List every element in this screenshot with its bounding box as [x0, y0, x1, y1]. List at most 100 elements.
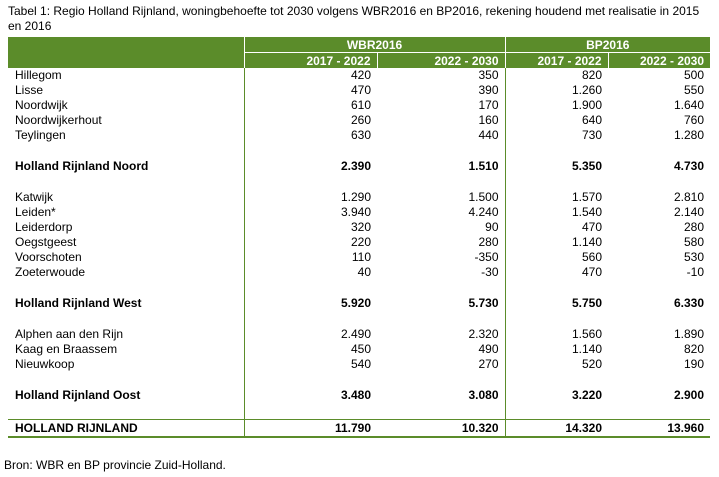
row-value: 160 [478, 113, 499, 127]
row-value: 540 [243, 357, 377, 372]
subtotal-row: Holland Rijnland Noord 2.390 1.510 5.350 4.7… [8, 159, 710, 174]
row-label: HOLLAND RIJNLAND [8, 419, 244, 438]
spacer-cell [504, 280, 609, 296]
row-value: 820 [504, 68, 609, 83]
row-value: 1.510 [468, 159, 499, 173]
row-value: -10 [686, 265, 705, 279]
row-value: 490 [478, 342, 499, 356]
row-value: 260 [243, 113, 377, 128]
spacer-cell [8, 403, 244, 420]
spacer-cell [608, 143, 710, 159]
row-label: Hillegom [15, 68, 62, 82]
spacer-cell [504, 143, 609, 159]
row-value: 280 [478, 235, 499, 249]
row-value: 90 [485, 220, 499, 234]
row-label: Leiderdorp [15, 220, 73, 234]
table-row: Zoeterwoude 40 -30 470 -10 [8, 265, 710, 280]
header-period: 2022 - 2030 [376, 52, 506, 68]
table-row: Noordwijkerhout 260 160 640 760 [8, 113, 710, 128]
header-group-wbr: WBR2016 [243, 37, 506, 53]
row-value: -30 [481, 265, 499, 279]
row-value: 630 [243, 128, 377, 143]
row-value: 1.290 [243, 190, 377, 205]
row-value: 320 [243, 220, 377, 235]
row-value: 2.320 [468, 327, 499, 341]
row-value: 760 [683, 113, 705, 127]
row-value: 640 [504, 113, 609, 128]
grand-total-row: HOLLAND RIJNLAND 11.790 10.320 14.320 13.960 [8, 419, 711, 438]
table-row: Nieuwkoop 540 270 520 190 [8, 357, 710, 372]
spacer-cell [377, 311, 505, 327]
row-value: 560 [504, 250, 609, 265]
row-value: 580 [683, 235, 705, 249]
row-value: 2.390 [243, 159, 377, 174]
spacer-cell [377, 280, 505, 296]
row-value: 4.240 [468, 205, 499, 219]
row-value: 190 [683, 357, 705, 371]
header-group-bp: BP2016 [504, 37, 711, 53]
spacer-cell [608, 372, 710, 388]
spacer-cell [8, 372, 244, 388]
row-value: 390 [478, 83, 499, 97]
spacer-cell [8, 143, 244, 159]
table-row: Hillegom 420 350 820 500 [8, 68, 710, 83]
spacer-cell [504, 174, 609, 190]
row-label: Voorschoten [15, 250, 82, 264]
table-row: Noordwijk 610 170 1.900 1.640 [8, 98, 710, 113]
row-value: 530 [683, 250, 705, 264]
spacer-cell [243, 143, 377, 159]
spacer-cell [608, 311, 710, 327]
header-blank-sub [8, 52, 244, 68]
row-value: 2.140 [673, 205, 705, 219]
row-value: 4.730 [673, 159, 705, 173]
spacer-cell [377, 143, 505, 159]
spacer-cell [243, 372, 377, 388]
row-value: 1.890 [673, 327, 705, 341]
spacer-cell [608, 174, 710, 190]
row-value: 110 [243, 250, 377, 265]
row-value: 1.900 [504, 98, 609, 113]
spacer-cell [8, 311, 244, 327]
header-period: 2017 - 2022 [504, 52, 609, 68]
row-value: 470 [504, 220, 609, 235]
table-row: Oegstgeest 220 280 1.140 580 [8, 235, 710, 250]
row-value: 3.080 [468, 388, 499, 402]
row-label: Holland Rijnland Oost [15, 388, 141, 402]
row-value: 3.940 [243, 205, 377, 220]
row-label: Leiden* [15, 205, 56, 219]
spacer-cell [243, 403, 377, 420]
row-label: Alphen aan den Rijn [15, 327, 124, 341]
row-value: 270 [478, 357, 499, 371]
row-value: 280 [683, 220, 705, 234]
row-value: 13.960 [608, 419, 711, 438]
spacer-cell [504, 403, 609, 420]
row-value: 2.900 [673, 388, 705, 402]
row-value: 470 [243, 83, 377, 98]
row-label: Oegstgeest [15, 235, 77, 249]
spacer-row [8, 143, 710, 159]
row-value: 350 [478, 68, 499, 82]
table-row: Leiderdorp 320 90 470 280 [8, 220, 710, 235]
row-value: 14.320 [504, 419, 609, 438]
spacer-cell [504, 311, 609, 327]
spacer-cell [243, 280, 377, 296]
table-row: Lisse 470 390 1.260 550 [8, 83, 710, 98]
table-row: Voorschoten 110 -350 560 530 [8, 250, 710, 265]
spacer-row [8, 372, 710, 388]
housing-need-table: WBR2016 BP2016 2017 - 2022 2022 - 2030 2… [8, 37, 711, 438]
header-period: 2022 - 2030 [607, 52, 711, 68]
header-period: 2017 - 2022 [243, 52, 377, 68]
table-row: Leiden* 3.940 4.240 1.540 2.140 [8, 205, 710, 220]
row-value: 40 [243, 265, 377, 280]
row-label: Holland Rijnland Noord [15, 159, 149, 173]
row-value: 5.350 [504, 159, 609, 174]
spacer-cell [608, 280, 710, 296]
row-value: -350 [474, 250, 499, 264]
subtotal-row: Holland Rijnland Oost 3.480 3.080 3.220 2.90… [8, 388, 710, 403]
row-label: Noordwijkerhout [15, 113, 102, 127]
row-value: 450 [243, 342, 377, 357]
row-value: 10.320 [377, 419, 506, 438]
table-row: Teylingen 630 440 730 1.280 [8, 128, 710, 143]
spacer-row [8, 403, 710, 420]
spacer-cell [504, 372, 609, 388]
